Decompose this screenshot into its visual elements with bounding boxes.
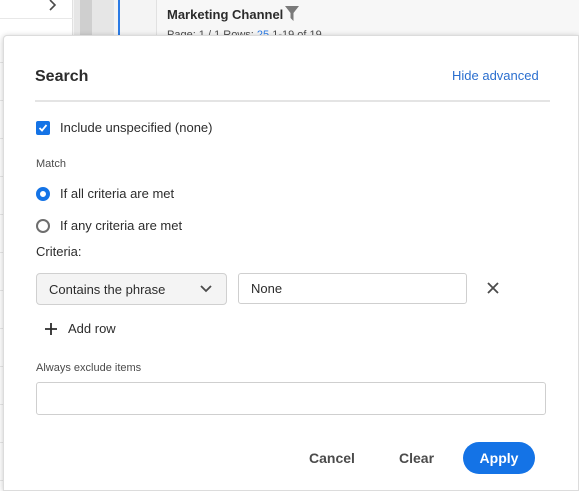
radio-all-criteria[interactable]: If all criteria are met <box>36 186 174 201</box>
divider <box>35 100 550 102</box>
include-unspecified-label: Include unspecified (none) <box>60 120 213 135</box>
remove-criteria-icon[interactable] <box>485 280 501 296</box>
include-unspecified-row[interactable]: Include unspecified (none) <box>36 120 213 135</box>
panel-title: Marketing Channel <box>167 7 284 22</box>
include-unspecified-checkbox[interactable] <box>36 120 50 135</box>
radio-any-criteria[interactable]: If any criteria are met <box>36 218 182 233</box>
radio-button[interactable] <box>36 186 50 201</box>
clear-button[interactable]: Clear <box>399 442 434 474</box>
radio-button[interactable] <box>36 218 50 233</box>
operator-selected: Contains the phrase <box>49 281 166 297</box>
selection-indicator <box>118 0 120 40</box>
operator-dropdown[interactable]: Contains the phrase <box>36 273 227 305</box>
criteria-value-input[interactable] <box>238 273 467 304</box>
chevron-right-icon[interactable] <box>47 0 59 11</box>
cancel-button[interactable]: Cancel <box>309 442 355 474</box>
plus-icon <box>45 322 57 335</box>
dialog-title: Search <box>35 68 89 85</box>
chevron-down-icon <box>200 285 212 293</box>
hide-advanced-link[interactable]: Hide advanced <box>452 68 539 83</box>
add-row-button[interactable]: Add row <box>44 321 116 336</box>
checkmark-icon <box>38 123 48 132</box>
filter-icon[interactable] <box>284 5 300 23</box>
apply-button[interactable]: Apply <box>463 442 535 474</box>
radio-label: If all criteria are met <box>60 186 175 201</box>
add-row-label: Add row <box>68 321 116 336</box>
search-dialog: Search Hide advanced Include unspecified… <box>3 35 579 491</box>
exclude-label: Always exclude items <box>36 362 142 374</box>
exclude-input[interactable] <box>36 382 546 415</box>
radio-label: If any criteria are met <box>60 218 183 233</box>
match-label: Match <box>36 158 66 170</box>
criteria-label: Criteria: <box>36 244 82 259</box>
